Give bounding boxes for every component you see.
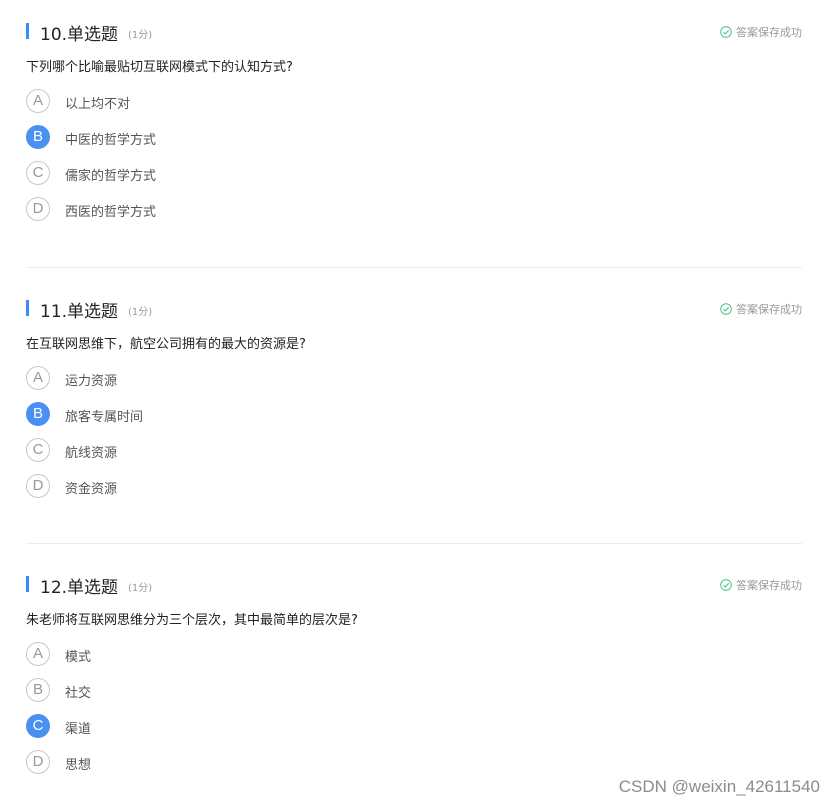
option-list: A 运力资源 B 旅客专属时间 C 航线资源 D 资金资源 <box>26 366 426 510</box>
save-status: 答案保存成功 <box>720 577 802 593</box>
question-10: 10.单选题 (1分) 答案保存成功 下列哪个比喻最贴切互联网模式下的认知方式?… <box>26 21 802 221</box>
option-c[interactable]: C 航线资源 <box>26 438 426 474</box>
question-stem: 在互联网思维下，航空公司拥有的最大的资源是? <box>26 337 306 352</box>
option-b[interactable]: B 社交 <box>26 678 426 714</box>
option-text[interactable]: 航线资源 <box>65 442 117 461</box>
question-header: 10.单选题 (1分) 答案保存成功 <box>26 21 802 45</box>
option-letter-selected[interactable]: C <box>26 714 50 738</box>
option-a[interactable]: A 以上均不对 <box>26 89 426 125</box>
option-text[interactable]: 运力资源 <box>65 370 117 389</box>
option-a[interactable]: A 模式 <box>26 642 426 678</box>
option-letter[interactable]: D <box>26 750 50 774</box>
option-text[interactable]: 以上均不对 <box>65 93 130 112</box>
option-d[interactable]: D 西医的哲学方式 <box>26 197 426 233</box>
question-stem: 下列哪个比喻最贴切互联网模式下的认知方式? <box>26 60 293 75</box>
option-letter[interactable]: D <box>26 474 50 498</box>
option-letter[interactable]: A <box>26 89 50 113</box>
check-circle-icon <box>720 303 732 315</box>
option-d[interactable]: D 思想 <box>26 750 426 786</box>
question-score: (1分) <box>128 583 153 594</box>
option-a[interactable]: A 运力资源 <box>26 366 426 402</box>
question-accent-bar <box>26 576 29 592</box>
question-stem: 朱老师将互联网思维分为三个层次，其中最简单的层次是? <box>26 613 358 628</box>
option-b[interactable]: B 旅客专属时间 <box>26 402 426 438</box>
option-b[interactable]: B 中医的哲学方式 <box>26 125 426 161</box>
save-status: 答案保存成功 <box>720 301 802 317</box>
question-number: 12.单选题 <box>40 578 119 598</box>
option-text[interactable]: 社交 <box>65 682 91 701</box>
option-letter-selected[interactable]: B <box>26 125 50 149</box>
question-score: (1分) <box>128 307 153 318</box>
save-status-text: 答案保存成功 <box>736 26 802 39</box>
question-divider <box>26 543 802 544</box>
option-text[interactable]: 旅客专属时间 <box>65 406 143 425</box>
option-letter[interactable]: A <box>26 642 50 666</box>
question-header: 12.单选题 (1分) 答案保存成功 <box>26 574 802 598</box>
save-status: 答案保存成功 <box>720 24 802 40</box>
save-status-text: 答案保存成功 <box>736 579 802 592</box>
check-circle-icon <box>720 579 732 591</box>
save-status-text: 答案保存成功 <box>736 303 802 316</box>
option-letter[interactable]: D <box>26 197 50 221</box>
check-circle-icon <box>720 26 732 38</box>
option-list: A 模式 B 社交 C 渠道 D 思想 <box>26 642 426 786</box>
option-letter-selected[interactable]: B <box>26 402 50 426</box>
option-text[interactable]: 西医的哲学方式 <box>65 201 156 220</box>
option-text[interactable]: 思想 <box>65 754 91 773</box>
option-list: A 以上均不对 B 中医的哲学方式 C 儒家的哲学方式 D 西医的哲学方式 <box>26 89 426 233</box>
option-letter[interactable]: A <box>26 366 50 390</box>
option-text[interactable]: 资金资源 <box>65 478 117 497</box>
question-accent-bar <box>26 23 29 39</box>
question-number: 10.单选题 <box>40 25 119 45</box>
option-d[interactable]: D 资金资源 <box>26 474 426 510</box>
question-header: 11.单选题 (1分) 答案保存成功 <box>26 298 802 322</box>
option-letter[interactable]: C <box>26 161 50 185</box>
question-12: 12.单选题 (1分) 答案保存成功 朱老师将互联网思维分为三个层次，其中最简单… <box>26 574 802 774</box>
option-text[interactable]: 渠道 <box>65 718 91 737</box>
question-divider <box>26 267 802 268</box>
option-text[interactable]: 儒家的哲学方式 <box>65 165 156 184</box>
option-text[interactable]: 中医的哲学方式 <box>65 129 156 148</box>
question-number: 11.单选题 <box>40 302 119 322</box>
option-c[interactable]: C 儒家的哲学方式 <box>26 161 426 197</box>
option-letter[interactable]: C <box>26 438 50 462</box>
option-letter[interactable]: B <box>26 678 50 702</box>
question-score: (1分) <box>128 30 153 41</box>
question-accent-bar <box>26 300 29 316</box>
option-text[interactable]: 模式 <box>65 646 91 665</box>
option-c[interactable]: C 渠道 <box>26 714 426 750</box>
csdn-watermark: CSDN @weixin_42611540 <box>618 777 820 796</box>
question-11: 11.单选题 (1分) 答案保存成功 在互联网思维下，航空公司拥有的最大的资源是… <box>26 298 802 498</box>
